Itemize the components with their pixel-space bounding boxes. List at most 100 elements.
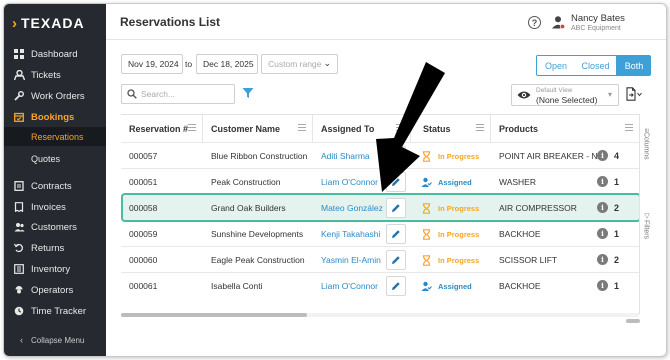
reservation-id: 000060 <box>129 255 158 265</box>
reservation-id: 000061 <box>129 281 158 291</box>
column-header-reservation[interactable]: Reservation # <box>121 115 203 142</box>
export-icon[interactable] <box>626 87 642 101</box>
inventory-icon <box>13 263 25 275</box>
view-select-value: (None Selected) <box>536 95 598 105</box>
sidebar-item-bookings[interactable]: Bookings <box>4 107 106 127</box>
search-input[interactable] <box>141 87 231 101</box>
product-quantity: 4 <box>614 151 620 161</box>
product-quantity: 2 <box>614 255 620 265</box>
wrench-icon <box>13 90 25 102</box>
column-header-products[interactable]: Products <box>491 115 639 142</box>
collapse-menu-button[interactable]: ‹ Collapse Menu <box>4 332 106 348</box>
chevron-down-icon: ⌄ <box>323 58 331 68</box>
info-icon[interactable]: i <box>597 280 608 291</box>
edit-assignment-button[interactable] <box>386 198 406 218</box>
column-menu-icon[interactable] <box>298 124 306 131</box>
date-from-value: Nov 19, 2024 <box>128 59 179 69</box>
user-name[interactable]: Nancy Bates <box>571 13 625 24</box>
pencil-icon <box>392 178 400 186</box>
edit-assignment-button[interactable] <box>386 250 406 270</box>
info-icon[interactable]: i <box>597 228 608 239</box>
column-header-label: Customer Name <box>211 123 281 134</box>
column-header-assigned[interactable]: Assigned To <box>313 115 411 142</box>
side-panel: ≡ Columns ▽ Filters <box>639 114 651 314</box>
sidebar-item-work-orders[interactable]: Work Orders <box>4 86 106 106</box>
sidebar-subitem-reservations[interactable]: Reservations <box>4 127 106 146</box>
contract-icon <box>13 180 25 192</box>
custom-range-select[interactable]: Custom range ⌄ <box>261 54 338 74</box>
sidebar-item-invoices[interactable]: Invoices <box>4 197 106 217</box>
column-menu-icon[interactable] <box>188 124 196 131</box>
assigned-to-link[interactable]: Kenji Takahashi <box>313 221 380 247</box>
eye-icon <box>517 91 531 99</box>
sidebar-subitem-label: Reservations <box>31 131 84 142</box>
status-label: Assigned <box>438 281 472 291</box>
search-field[interactable] <box>121 84 235 104</box>
status-label: Assigned <box>438 177 472 187</box>
columns-panel-tab[interactable]: ≡ Columns <box>640 128 652 160</box>
date-from-field[interactable]: Nov 19, 2024 <box>121 54 183 74</box>
column-menu-icon[interactable] <box>476 124 484 131</box>
table-row[interactable]: 000060 Eagle Peak Construction Yasmin El-A… <box>121 246 639 272</box>
column-menu-icon[interactable] <box>396 124 404 131</box>
logo-text: TEXADA <box>21 15 85 31</box>
sidebar-item-time-tracker[interactable]: Time Tracker <box>4 301 106 321</box>
table-row[interactable]: 000061 Isabella Conti Liam O'Connor Assigne… <box>121 272 639 298</box>
assigned-to-link[interactable]: Liam O'Connor <box>313 273 378 299</box>
search-icon <box>127 89 137 99</box>
status-tab-closed[interactable]: Closed <box>575 55 617 76</box>
sidebar-item-label: Inventory <box>31 263 71 275</box>
user-avatar-icon[interactable] <box>551 15 565 29</box>
sidebar-item-contracts[interactable]: Contracts <box>4 176 106 196</box>
table-row[interactable]: 000058 Grand Oak Builders Mateo González In… <box>121 194 639 220</box>
sidebar-item-tickets[interactable]: Tickets <box>4 65 106 85</box>
filters-tab-label: Filters <box>642 220 650 240</box>
horizontal-scrollbar[interactable] <box>121 313 639 317</box>
table-row[interactable]: 000057 Blue Ribbon Construction Aditi Shar… <box>121 142 639 168</box>
info-icon[interactable]: i <box>597 202 608 213</box>
edit-assignment-button[interactable] <box>386 224 406 244</box>
info-icon[interactable]: i <box>597 176 608 187</box>
product-quantity: 2 <box>614 203 620 213</box>
edit-assignment-button[interactable] <box>386 172 406 192</box>
assigned-to-link[interactable]: Aditi Sharma <box>313 143 370 169</box>
sidebar-item-dashboard[interactable]: Dashboard <box>4 44 106 64</box>
status-tab-both[interactable]: Both <box>617 55 651 76</box>
status-tab-open[interactable]: Open <box>536 55 576 76</box>
info-icon[interactable]: i <box>597 150 608 161</box>
table-row[interactable]: 000051 Peak Construction Liam O'Connor Assi… <box>121 168 639 194</box>
texada-logo[interactable]: › TEXADA <box>12 14 85 32</box>
sidebar-item-operators[interactable]: Operators <box>4 280 106 300</box>
info-icon[interactable]: i <box>597 254 608 265</box>
date-to-field[interactable]: Dec 18, 2025 <box>196 54 258 74</box>
sidebar-item-returns[interactable]: Returns <box>4 238 106 258</box>
table-row[interactable]: 000059 Sunshine Developments Kenji Takahas… <box>121 220 639 246</box>
filters-panel-tab[interactable]: ▽ Filters <box>640 212 652 239</box>
column-header-customer[interactable]: Customer Name <box>203 115 313 142</box>
scrollbar-thumb[interactable] <box>121 313 307 317</box>
assigned-to-link[interactable]: Yasmin El-Amin <box>313 247 381 273</box>
customers-icon <box>13 221 25 233</box>
filter-icon[interactable] <box>242 87 254 99</box>
status-badge: In Progress <box>421 221 479 247</box>
product-name: SCISSOR LIFT <box>499 255 558 265</box>
scrollbar-thumb-right[interactable] <box>626 319 640 323</box>
sidebar-item-label: Tickets <box>31 69 61 81</box>
assigned-to-link[interactable]: Liam O'Connor <box>313 169 378 195</box>
product-name: BACKHOE <box>499 229 541 239</box>
edit-assignment-button[interactable] <box>386 146 406 166</box>
help-icon[interactable]: ? <box>528 16 541 29</box>
tickets-icon <box>13 69 25 81</box>
sidebar-item-inventory[interactable]: Inventory <box>4 259 106 279</box>
edit-assignment-button[interactable] <box>386 276 406 296</box>
view-select[interactable]: Default View (None Selected) ▾ <box>511 84 619 106</box>
column-menu-icon[interactable] <box>625 124 633 131</box>
assigned-to-link[interactable]: Mateo González <box>313 195 383 221</box>
status-badge: In Progress <box>421 143 479 169</box>
user-check-icon <box>421 177 432 187</box>
column-header-status[interactable]: Status <box>411 115 491 142</box>
customer-name: Isabella Conti <box>211 281 263 291</box>
sidebar-item-label: Operators <box>31 284 74 296</box>
sidebar-subitem-quotes[interactable]: Quotes <box>4 149 106 168</box>
sidebar-item-customers[interactable]: Customers <box>4 217 106 237</box>
